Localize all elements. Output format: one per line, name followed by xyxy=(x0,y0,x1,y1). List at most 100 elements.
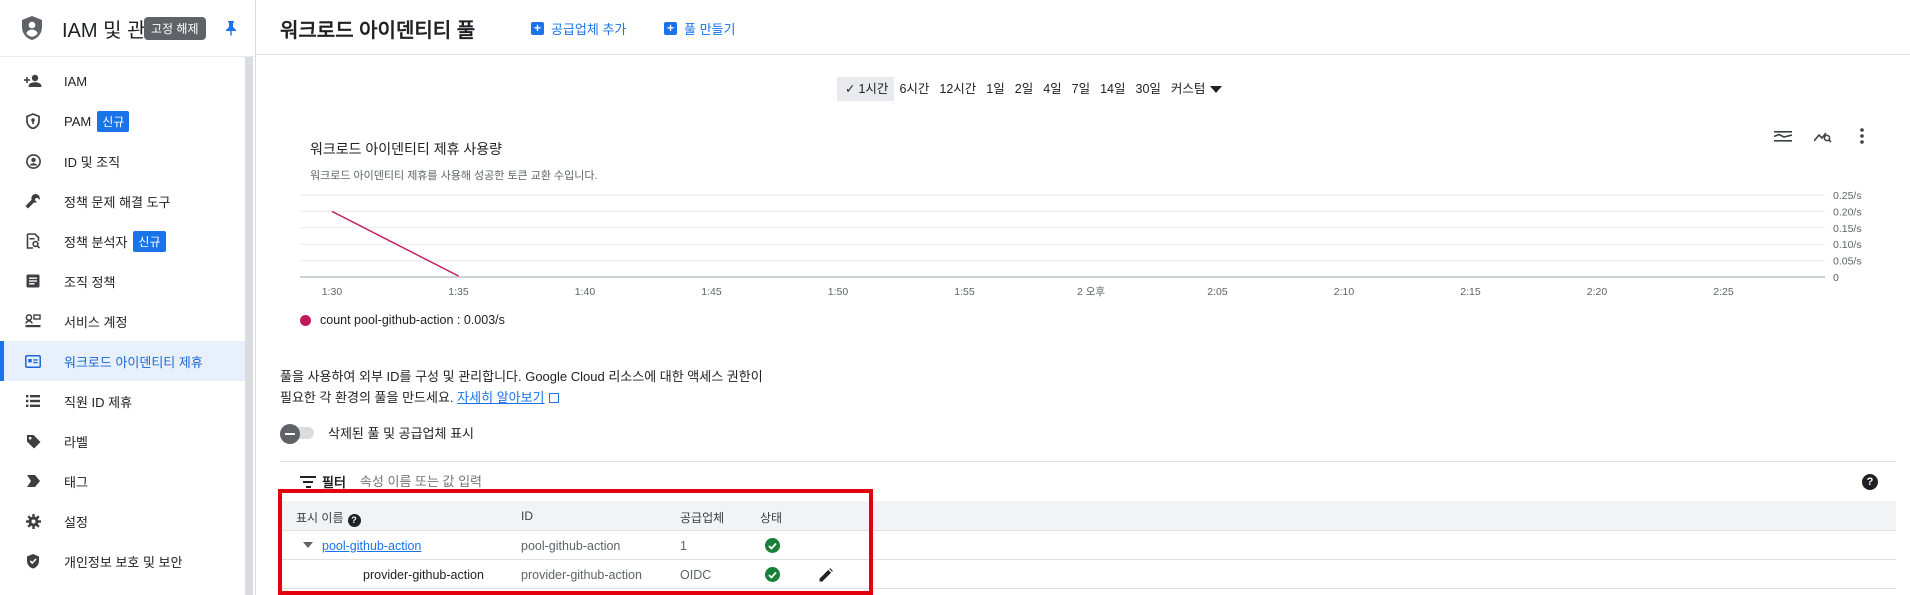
sidebar-item-settings[interactable]: 설정 xyxy=(0,501,245,541)
sidebar-item-label: ID 및 조직 xyxy=(64,154,121,170)
label-icon xyxy=(24,432,42,450)
chart-legend: count pool-github-action : 0.003/s xyxy=(300,313,505,327)
plus-icon: + xyxy=(531,22,544,35)
pool-name-link[interactable]: pool-github-action xyxy=(322,539,421,553)
time-range-option-7d[interactable]: 7일 xyxy=(1067,77,1095,101)
sidebar-item-label: IAM xyxy=(64,73,88,89)
sidebar-item-tags[interactable]: 태그 xyxy=(0,461,245,501)
time-range-selector: ✓ 1시간 6시간 12시간 1일 2일 4일 7일 14일 30일 커스텀 xyxy=(837,77,1227,101)
sidebar-item-service-accounts[interactable]: 서비스 계정 xyxy=(0,301,245,341)
x-tick-label: 1:40 xyxy=(575,286,596,298)
sidebar-title: IAM 및 관 xyxy=(62,19,146,42)
filter-icon xyxy=(300,475,316,488)
provider-count: 1 xyxy=(680,539,687,553)
pin-icon[interactable] xyxy=(222,18,240,38)
help-icon[interactable]: ? xyxy=(1862,474,1878,490)
tag-icon xyxy=(24,472,42,490)
column-header-status[interactable]: 상태 xyxy=(760,509,782,526)
x-tick-label: 1:45 xyxy=(701,286,722,298)
time-range-option-custom[interactable]: 커스텀 xyxy=(1166,77,1228,101)
expand-arrow-icon[interactable] xyxy=(303,542,313,548)
table-row: pool-github-action pool-github-action 1 xyxy=(280,531,1896,560)
sidebar-item-workload-identity-federation[interactable]: 워크로드 아이덴티티 제휴 xyxy=(0,341,245,381)
y-tick-label: 0.20/s xyxy=(1833,206,1862,218)
x-tick-label: 1:55 xyxy=(954,286,975,298)
sidebar-scrollbar[interactable] xyxy=(245,57,253,595)
sidebar-item-labels[interactable]: 라벨 xyxy=(0,421,245,461)
sidebar-item-label: 개인정보 보호 및 보안 xyxy=(64,554,183,570)
status-ok-icon xyxy=(765,567,780,582)
help-icon[interactable]: ? xyxy=(347,514,361,527)
check-icon: ✓ xyxy=(845,82,856,96)
person-add-icon xyxy=(24,72,42,90)
filter-input[interactable] xyxy=(359,474,760,489)
id-card-icon xyxy=(24,352,42,370)
x-tick-label: 1:30 xyxy=(322,286,343,298)
sidebar-item-org-policy[interactable]: 조직 정책 xyxy=(0,261,245,301)
sidebar-item-label: 서비스 계정 xyxy=(64,314,128,330)
x-tick-label: 2:05 xyxy=(1207,286,1228,298)
show-deleted-toggle-row: 삭제된 풀 및 공급업체 표시 xyxy=(280,423,475,444)
provider-id: provider-github-action xyxy=(521,568,642,582)
account-circle-icon xyxy=(24,152,42,170)
chart-title: 워크로드 아이덴티티 제휴 사용량 xyxy=(310,141,502,157)
x-tick-label: 2 오후 xyxy=(1077,286,1105,298)
list-icon xyxy=(24,392,42,410)
more-vert-icon[interactable] xyxy=(1850,124,1874,148)
sidebar-item-label: 라벨 xyxy=(64,434,88,450)
x-tick-label: 2:20 xyxy=(1587,286,1608,298)
time-range-option-14d[interactable]: 14일 xyxy=(1095,77,1130,101)
sidebar-item-id-org[interactable]: ID 및 조직 xyxy=(0,141,245,181)
sidebar-item-label: 워크로드 아이덴티티 제휴 xyxy=(64,354,203,370)
external-link-icon xyxy=(548,393,559,403)
time-range-option-2d[interactable]: 2일 xyxy=(1010,77,1038,101)
learn-more-link[interactable]: 자세히 알아보기 xyxy=(457,390,544,405)
chart-subtitle: 워크로드 아이덴티티 제휴를 사용해 성공한 토큰 교환 수입니다. xyxy=(310,170,598,182)
new-badge: 신규 xyxy=(133,230,166,252)
add-provider-button[interactable]: + 공급업체 추가 xyxy=(531,19,626,38)
sidebar-item-privacy-security[interactable]: 개인정보 보호 및 보안 xyxy=(0,541,245,581)
y-tick-label: 0.15/s xyxy=(1833,223,1862,235)
x-tick-label: 1:35 xyxy=(448,286,469,298)
x-tick-label: 1:50 xyxy=(828,286,849,298)
time-range-option-1h[interactable]: ✓ 1시간 xyxy=(837,77,895,101)
provider-name: provider-github-action xyxy=(363,568,484,582)
column-header-id[interactable]: ID xyxy=(521,509,533,523)
filter-label: 필터 xyxy=(322,475,346,490)
column-header-display-name[interactable]: 표시 이름? xyxy=(296,509,361,527)
time-range-option-4d[interactable]: 4일 xyxy=(1038,77,1066,101)
column-header-providers[interactable]: 공급업체 xyxy=(680,509,724,526)
sidebar: IAM 및 관 고정 해제 IAM PAM 신규 ID 및 조직 정책 문제 해… xyxy=(0,0,256,595)
toggle-knob xyxy=(280,423,300,444)
time-range-option-12h[interactable]: 12시간 xyxy=(934,77,981,101)
sidebar-item-label: 설정 xyxy=(64,514,88,530)
chevron-down-icon xyxy=(1210,86,1223,93)
article-icon xyxy=(24,272,42,290)
usage-line-chart: 0 0.05/s 0.10/s 0.15/s 0.20/s 0.25/s 1:30 1:35 1… xyxy=(300,190,1862,298)
create-pool-button[interactable]: + 풀 만들기 xyxy=(664,19,735,38)
sidebar-item-label: 조직 정책 xyxy=(64,274,116,290)
time-range-option-6h[interactable]: 6시간 xyxy=(894,77,934,101)
sidebar-header: IAM 및 관 고정 해제 xyxy=(0,0,255,57)
show-deleted-label: 삭제된 풀 및 공급업체 표시 xyxy=(328,426,475,441)
y-tick-label: 0.10/s xyxy=(1833,239,1862,251)
y-tick-label: 0.25/s xyxy=(1833,190,1862,202)
x-tick-label: 2:10 xyxy=(1334,286,1355,298)
show-deleted-toggle[interactable] xyxy=(280,423,316,444)
privacy-shield-icon xyxy=(24,552,42,570)
y-tick-label: 0.05/s xyxy=(1833,256,1862,268)
sidebar-item-iam[interactable]: IAM xyxy=(0,61,245,101)
sidebar-item-workforce-identity-federation[interactable]: 직원 ID 제휴 xyxy=(0,381,245,421)
sidebar-item-policy-troubleshooter[interactable]: 정책 문제 해결 도구 xyxy=(0,181,245,221)
edit-icon[interactable] xyxy=(817,566,835,584)
explore-chart-icon[interactable] xyxy=(1811,124,1835,148)
page-header: 워크로드 아이덴티티 풀 + 공급업체 추가 + 풀 만들기 xyxy=(256,0,1910,55)
sidebar-item-policy-analyzer[interactable]: 정책 분석자 신규 xyxy=(0,221,245,261)
sidebar-item-pam[interactable]: PAM 신규 xyxy=(0,101,245,141)
shield-icon xyxy=(24,112,42,130)
sidebar-item-label: PAM xyxy=(64,113,92,129)
time-range-option-30d[interactable]: 30일 xyxy=(1131,77,1166,101)
sidebar-item-label: 직원 ID 제휴 xyxy=(64,394,133,410)
legend-toggle-icon[interactable] xyxy=(1771,124,1795,148)
time-range-option-1d[interactable]: 1일 xyxy=(981,77,1009,101)
